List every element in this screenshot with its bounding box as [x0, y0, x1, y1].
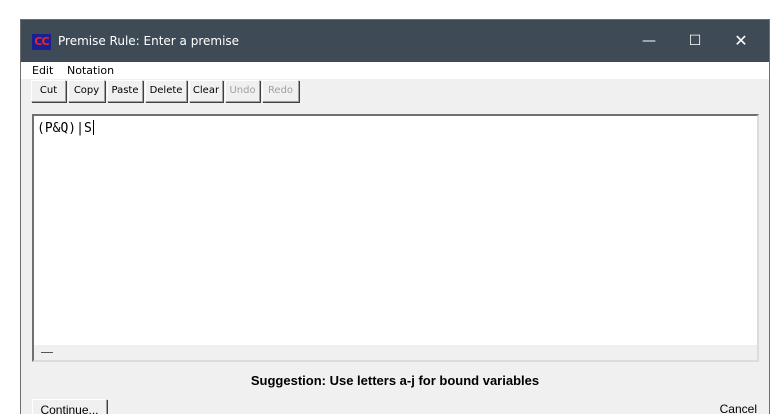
menu-bar: Edit Notation — [21, 62, 769, 79]
menu-edit[interactable]: Edit — [32, 62, 53, 79]
window-title: Premise Rule: Enter a premise — [58, 34, 240, 48]
minimize-icon[interactable]: — — [626, 20, 672, 62]
title-bar[interactable]: CC Premise Rule: Enter a premise — ☐ ✕ — [21, 20, 769, 62]
premise-rule-window: CC Premise Rule: Enter a premise — ☐ ✕ E… — [20, 19, 770, 414]
editor-status-bar — [34, 345, 757, 360]
delete-button[interactable]: Delete — [145, 80, 187, 102]
undo-button[interactable]: Undo — [225, 80, 260, 102]
status-dash — [41, 352, 53, 353]
menu-notation[interactable]: Notation — [67, 62, 114, 79]
app-icon: CC — [32, 34, 51, 50]
cut-button[interactable]: Cut — [31, 80, 66, 102]
premise-text: (P&Q)|S — [37, 121, 92, 136]
clear-button[interactable]: Clear — [189, 80, 223, 102]
redo-button[interactable]: Redo — [262, 80, 299, 102]
copy-button[interactable]: Copy — [68, 80, 105, 102]
suggestion-text: Suggestion: Use letters a-j for bound va… — [250, 373, 540, 388]
premise-editor[interactable]: (P&Q)|S — [32, 114, 759, 362]
cancel-button[interactable]: Cancel — [697, 399, 757, 414]
text-caret — [92, 120, 94, 135]
close-icon[interactable]: ✕ — [718, 20, 764, 62]
maximize-icon[interactable]: ☐ — [672, 20, 718, 62]
premise-text-line: (P&Q)|S — [37, 120, 94, 137]
paste-button[interactable]: Paste — [107, 80, 143, 102]
continue-button[interactable]: Continue... — [32, 399, 107, 414]
